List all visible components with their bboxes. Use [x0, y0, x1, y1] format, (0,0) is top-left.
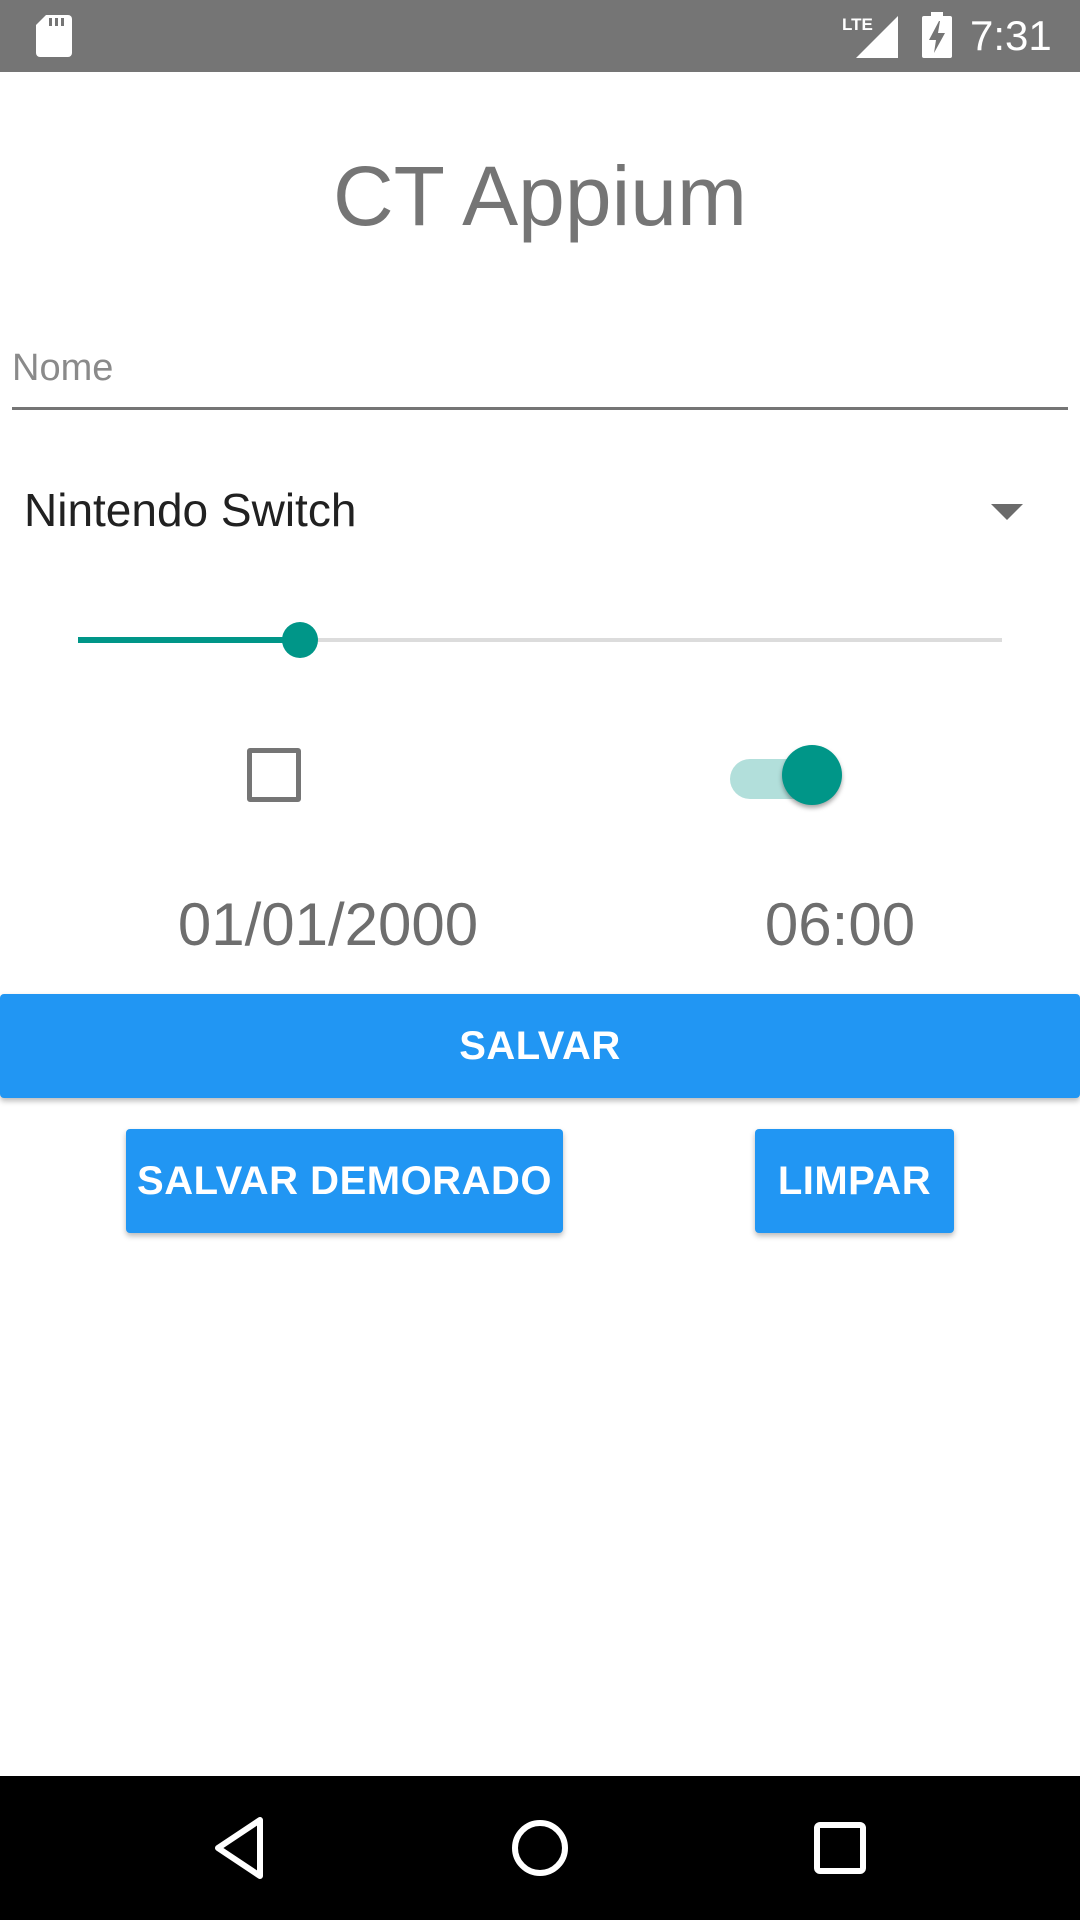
navigation-bar [0, 1776, 1080, 1920]
save-delayed-button[interactable]: SALVAR DEMORADO [126, 1129, 563, 1233]
seekbar[interactable] [60, 610, 1010, 670]
status-bar: LTE 7:31 [0, 0, 1080, 72]
checkbox[interactable] [247, 748, 301, 802]
lte-signal-icon: LTE [842, 15, 898, 58]
svg-text:LTE: LTE [842, 15, 873, 34]
dropdown-arrow-icon [991, 504, 1023, 520]
switch-thumb [782, 745, 842, 805]
screen: LTE 7:31 CT Appium Nintendo Switch 01/01… [0, 0, 1080, 1920]
back-icon[interactable] [206, 1812, 278, 1884]
toggle-switch[interactable] [730, 744, 846, 810]
seekbar-progress [78, 637, 300, 643]
console-spinner[interactable]: Nintendo Switch [0, 470, 1080, 550]
date-picker-text[interactable]: 01/01/2000 [128, 890, 528, 960]
clear-button[interactable]: LIMPAR [755, 1129, 954, 1233]
time-picker-text[interactable]: 06:00 [710, 890, 970, 960]
home-icon[interactable] [504, 1812, 576, 1884]
recents-icon[interactable] [804, 1812, 876, 1884]
battery-charging-icon [922, 12, 952, 58]
seekbar-thumb[interactable] [281, 622, 318, 658]
sd-card-icon [36, 15, 72, 57]
status-clock: 7:31 [970, 12, 1052, 59]
console-spinner-value: Nintendo Switch [24, 484, 357, 536]
page-title: CT Appium [333, 149, 747, 243]
save-button[interactable]: SALVAR [0, 994, 1080, 1098]
name-input[interactable] [12, 340, 1068, 410]
